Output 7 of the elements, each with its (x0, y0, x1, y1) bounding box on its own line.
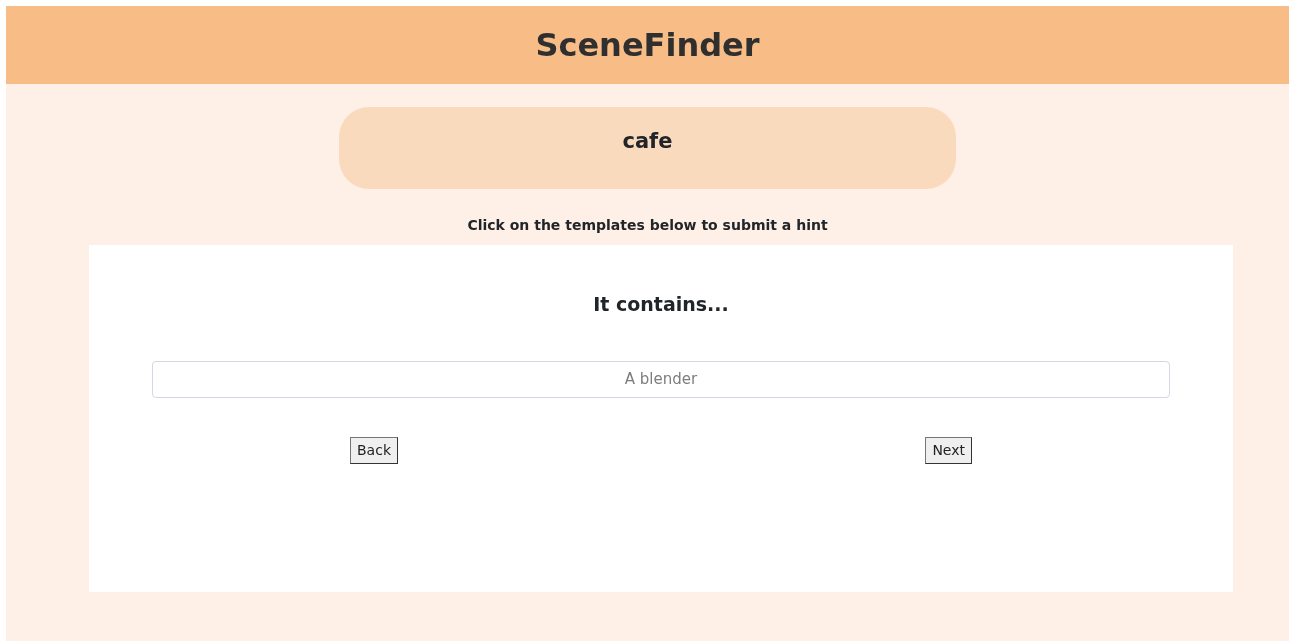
template-heading: It contains... (592, 293, 730, 316)
next-button[interactable]: Next (925, 436, 972, 464)
instruction-text: Click on the templates below to submit a hint (466, 216, 829, 235)
app-title: SceneFinder (535, 25, 760, 65)
scene-word: cafe (622, 128, 673, 156)
hint-input-field[interactable]: A blender (152, 360, 1170, 398)
back-button[interactable]: Back (350, 436, 398, 464)
